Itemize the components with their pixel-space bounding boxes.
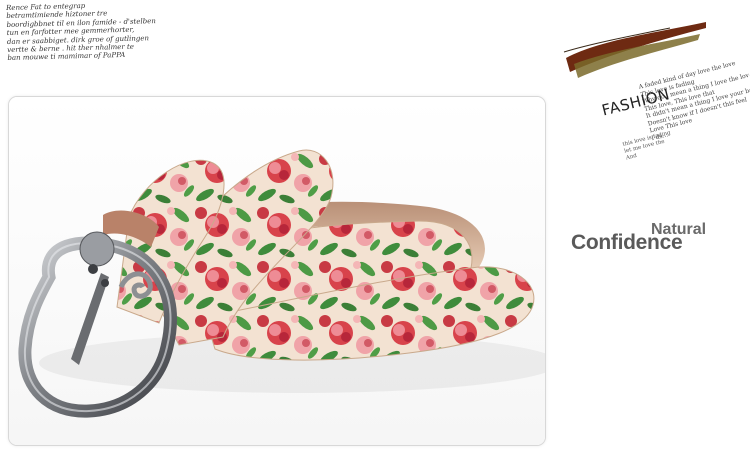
slogan-confidence: Confidence (571, 231, 683, 254)
slogan: Natural Confidence (571, 221, 741, 262)
product-photo (8, 96, 546, 446)
handwritten-note: Rence Fat to entegrap betramtimiende hiz… (6, 0, 207, 63)
belt-illustration (9, 97, 545, 445)
fashion-text-card: A faded kind of day love the love This l… (560, 14, 750, 164)
